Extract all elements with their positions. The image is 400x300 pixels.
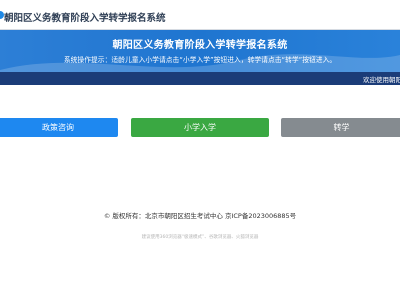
welcome-strip: 欢迎使用朝阳 bbox=[0, 72, 400, 85]
browser-hint: 建议使用360浏览器“极速模式”、谷歌浏览器、火狐浏览器 bbox=[141, 235, 259, 240]
operation-notice: 系统操作提示：适龄儿童入小学请点击“小学入学”按钮进入，转学请点击“转学”按钮进… bbox=[63, 56, 337, 64]
policy-consult-button[interactable]: 政策咨询 bbox=[0, 118, 118, 137]
copyright-text: © 版权所有：北京市朝阳区招生考试中心 京ICP备2023006885号 bbox=[103, 212, 297, 220]
top-header: 朝阳区义务教育阶段入学转学报名系统 bbox=[0, 0, 400, 30]
welcome-text: 欢迎使用朝阳 bbox=[363, 76, 400, 84]
transfer-button[interactable]: 转学 bbox=[281, 118, 400, 137]
hero-banner: 朝阳区义务教育阶段入学转学报名系统 系统操作提示：适龄儿童入小学请点击“小学入学… bbox=[0, 30, 400, 85]
primary-school-enroll-button[interactable]: 小学入学 bbox=[131, 118, 269, 137]
site-title: 朝阳区义务教育阶段入学转学报名系统 bbox=[4, 13, 166, 24]
banner-title: 朝阳区义务教育阶段入学转学报名系统 bbox=[112, 40, 288, 51]
